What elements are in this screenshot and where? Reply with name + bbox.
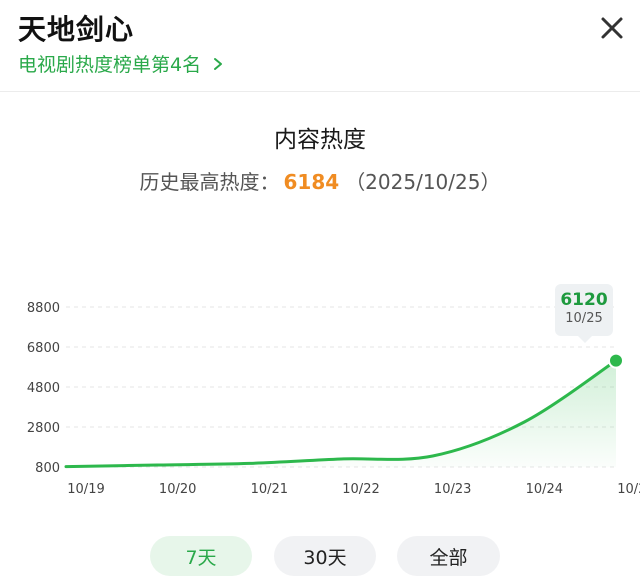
x-tick-label: 10/22 (342, 482, 379, 497)
range-tabs: 7天 30天 全部 (0, 536, 640, 576)
y-tick-label: 800 (35, 461, 60, 476)
close-button[interactable] (594, 10, 630, 46)
rank-link-label: 电视剧热度榜单第4名 (18, 54, 202, 76)
x-tick-label: 10/20 (159, 482, 196, 497)
peak-date: （2025/10/25） (345, 170, 501, 194)
area-fill (66, 360, 616, 467)
x-tick-label: 10/25 (617, 482, 640, 497)
heat-chart: 8800 6800 4800 2800 800 10/19 10/20 10/21 10/22 1… (0, 270, 640, 500)
heat-chart-svg: 8800 6800 4800 2800 800 10/19 10/20 10/21 10/22 1… (27, 301, 640, 497)
y-tick-label: 4800 (27, 381, 60, 396)
x-tick-label: 10/23 (434, 482, 471, 497)
y-tick-label: 6800 (27, 341, 60, 356)
x-tick-label: 10/21 (251, 482, 288, 497)
y-tick-label: 8800 (27, 301, 60, 316)
x-tick-label: 10/24 (526, 482, 563, 497)
header: 天地剑心 电视剧热度榜单第4名 (0, 0, 640, 92)
tab-7-days[interactable]: 7天 (150, 536, 252, 576)
data-point-highlight (608, 352, 624, 369)
rank-link[interactable]: 电视剧热度榜单第4名 (18, 50, 225, 77)
tooltip-date: 10/25 (565, 311, 603, 326)
tooltip-tail (578, 336, 592, 343)
chevron-right-icon (211, 57, 225, 71)
section-title: 内容热度 (274, 127, 366, 153)
x-tick-label: 10/19 (67, 482, 104, 497)
header-divider (0, 91, 640, 92)
peak-heat-row: 历史最高热度： 6184 （2025/10/25） (0, 166, 640, 195)
peak-label: 历史最高热度： (139, 170, 280, 194)
chart-tooltip: 6120 10/25 (555, 284, 613, 336)
tab-all[interactable]: 全部 (397, 536, 500, 576)
close-icon (601, 17, 623, 39)
peak-value: 6184 (283, 170, 340, 194)
tab-30-days[interactable]: 30天 (274, 536, 376, 576)
show-title: 天地剑心 (18, 13, 135, 46)
y-tick-label: 2800 (27, 421, 60, 436)
tooltip-value: 6120 (560, 290, 608, 310)
